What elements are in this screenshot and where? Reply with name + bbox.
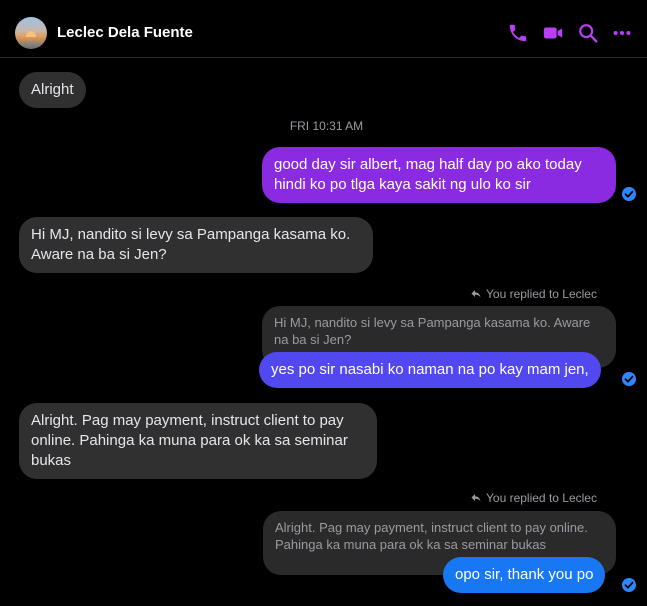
- reply-icon: [470, 288, 482, 300]
- seen-check-icon: [622, 372, 636, 386]
- incoming-message[interactable]: Alright. Pag may payment, instruct clien…: [19, 403, 377, 479]
- phone-icon[interactable]: [507, 22, 529, 44]
- seen-check-icon: [622, 187, 636, 201]
- contact-avatar[interactable]: [15, 17, 47, 49]
- seen-check-icon: [622, 578, 636, 592]
- more-icon[interactable]: [611, 22, 633, 44]
- outgoing-message[interactable]: yes po sir nasabi ko naman na po kay mam…: [259, 352, 601, 388]
- contact-name[interactable]: Leclec Dela Fuente: [57, 24, 193, 41]
- outgoing-message[interactable]: good day sir albert, mag half day po ako…: [262, 147, 616, 203]
- incoming-message[interactable]: Alright: [19, 72, 86, 108]
- replied-label: You replied to Leclec: [470, 491, 597, 505]
- replied-label: You replied to Leclec: [470, 287, 597, 301]
- video-icon[interactable]: [541, 22, 565, 44]
- reply-icon: [470, 492, 482, 504]
- replied-label-text: You replied to Leclec: [486, 287, 597, 301]
- search-icon[interactable]: [577, 22, 599, 44]
- chat-header: Leclec Dela Fuente: [0, 0, 647, 58]
- outgoing-message[interactable]: opo sir, thank you po: [443, 557, 606, 593]
- message-timestamp: FRI 10:31 AM: [289, 119, 364, 133]
- replied-label-text: You replied to Leclec: [486, 491, 597, 505]
- incoming-message[interactable]: Hi MJ, nandito si levy sa Pampanga kasam…: [19, 217, 373, 273]
